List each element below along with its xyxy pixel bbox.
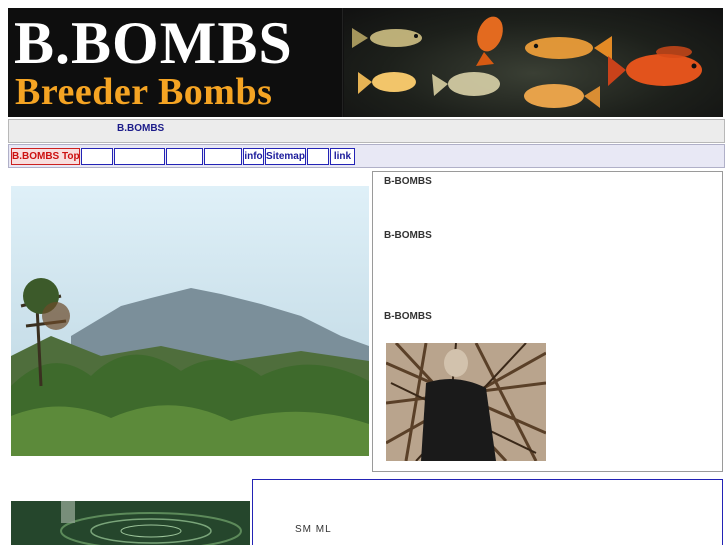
nav-item-link[interactable]: link	[330, 148, 355, 165]
water-illustration	[11, 501, 250, 545]
water-ripple-photo	[11, 501, 250, 545]
title-bar: B.BOMBS	[8, 119, 725, 143]
page-title: B.BOMBS	[117, 123, 165, 134]
nav-item-sitemap[interactable]: Sitemap	[265, 148, 306, 165]
mountain-landscape-photo	[11, 186, 369, 456]
mountain-illustration	[11, 186, 369, 456]
fish-2	[476, 16, 503, 66]
fish-4	[608, 46, 702, 86]
panel-label-3: B-BOMBS	[384, 311, 432, 322]
fish-7	[524, 84, 600, 108]
nav-item-top[interactable]: B.BOMBS Top	[11, 148, 80, 165]
nav-item-8[interactable]	[307, 148, 329, 165]
nav-item-5[interactable]	[204, 148, 242, 165]
nav-item-2[interactable]	[81, 148, 113, 165]
nav-bar: B.BOMBS Top info Sitemap link	[8, 144, 725, 168]
nav-item-4[interactable]	[166, 148, 203, 165]
fish-banner-image	[344, 8, 723, 117]
logo-title: B.BOMBS	[14, 10, 293, 76]
site-logo[interactable]: B.BOMBS Breeder Bombs	[8, 8, 343, 117]
fish-3	[525, 36, 612, 60]
panel-label-1: B-BOMBS	[384, 176, 432, 187]
fish-illustration	[352, 16, 702, 108]
person-in-branches-photo	[386, 343, 546, 461]
nav-item-3[interactable]	[114, 148, 165, 165]
bottom-content-panel: SM ML	[252, 479, 723, 545]
panel-label-2: B-BOMBS	[384, 230, 432, 241]
header-banner: B.BOMBS Breeder Bombs	[8, 8, 723, 117]
fish-1	[352, 28, 422, 48]
person-illustration	[386, 343, 546, 461]
fish-6	[432, 72, 500, 96]
nav-item-info[interactable]: info	[243, 148, 264, 165]
fish-5	[358, 72, 416, 94]
logo-subtitle: Breeder Bombs	[15, 71, 273, 113]
size-options: SM ML	[295, 524, 332, 535]
